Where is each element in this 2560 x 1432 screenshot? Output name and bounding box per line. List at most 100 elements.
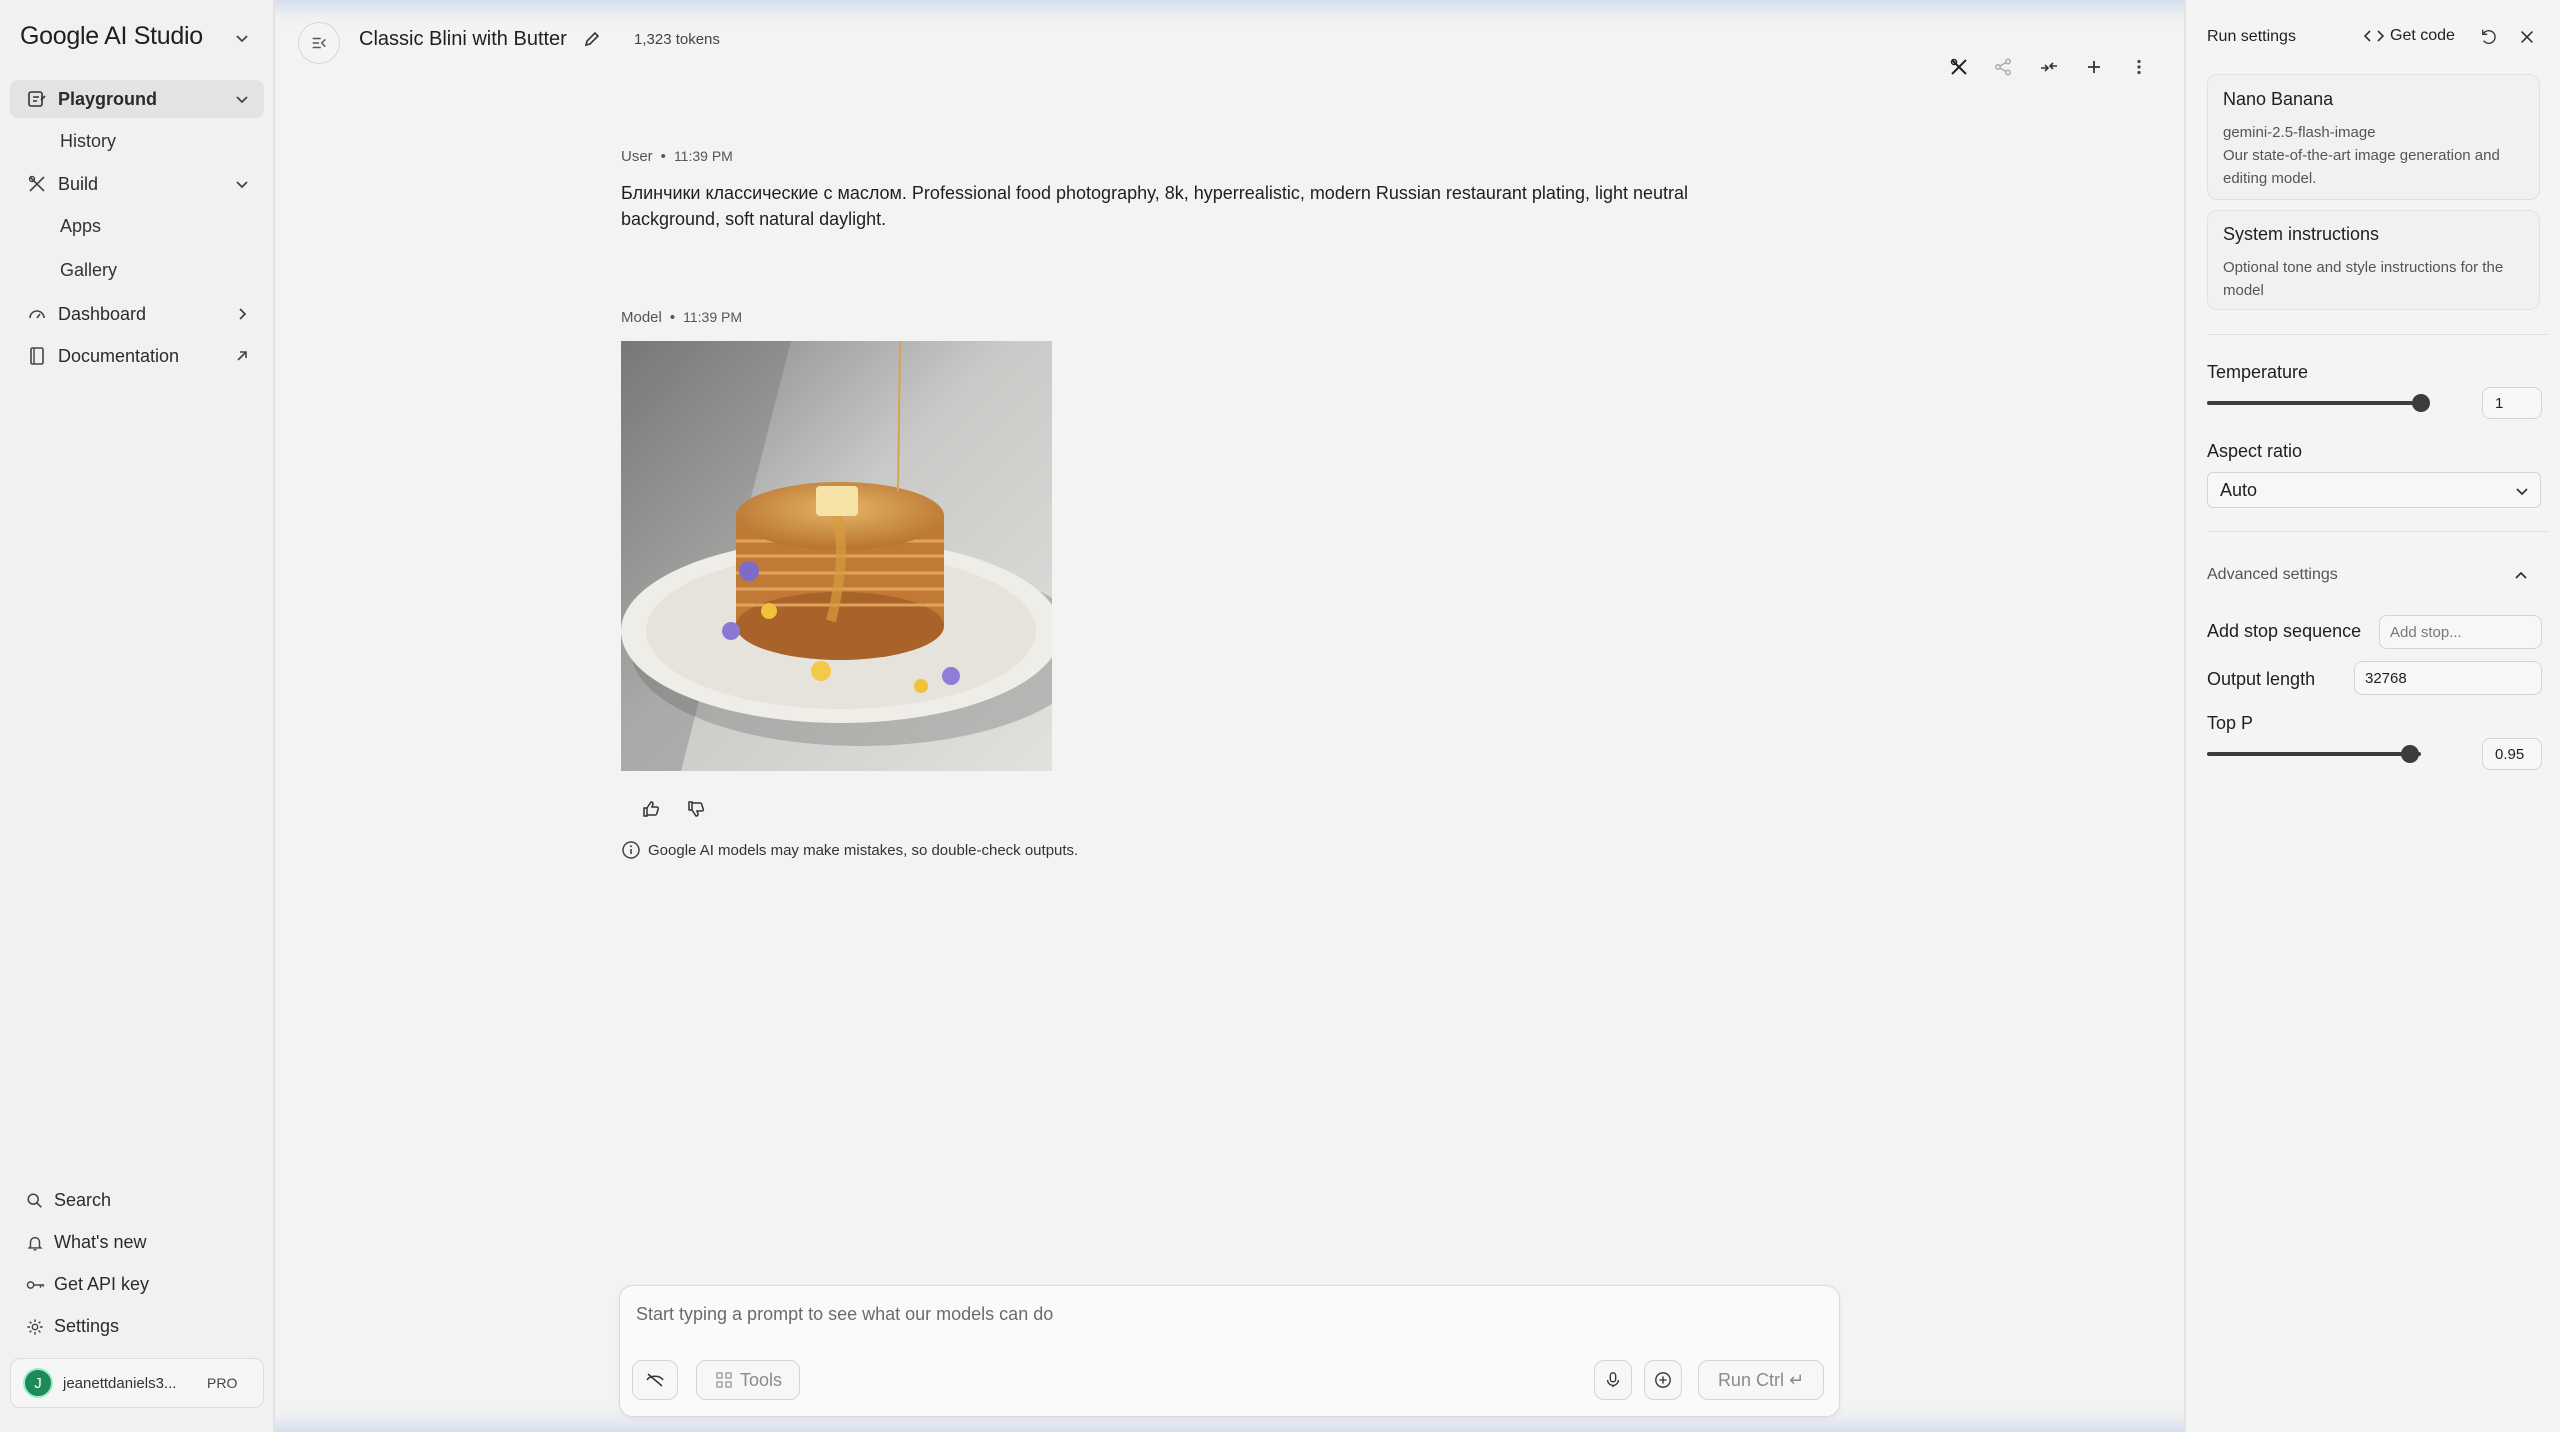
collapse-sidebar-icon	[312, 37, 326, 49]
grid-icon	[714, 1370, 734, 1390]
top-p-input[interactable]: 0.95	[2482, 738, 2542, 770]
model-turn-time: 11:39 PM	[683, 309, 743, 325]
eye-off-icon	[645, 1370, 665, 1390]
user-role-label: User	[621, 148, 653, 165]
prompt-composer[interactable]: Start typing a prompt to see what our mo…	[619, 1285, 1840, 1417]
thumbs-up-icon[interactable]	[638, 796, 664, 822]
top-p-slider-thumb[interactable]	[2401, 745, 2420, 763]
playground-icon	[26, 88, 48, 110]
run-button[interactable]: Run Ctrl ↵	[1698, 1360, 1824, 1400]
external-link-icon	[237, 351, 247, 361]
plan-badge: PRO	[207, 1375, 238, 1391]
add-media-button[interactable]	[1644, 1360, 1682, 1400]
generated-image[interactable]	[621, 341, 1052, 771]
chevron-right-icon	[239, 308, 247, 320]
nav-whats-new-label: What's new	[54, 1232, 147, 1252]
tools-button[interactable]: Tools	[696, 1360, 800, 1400]
system-instructions-card[interactable]: System instructions Optional tone and st…	[2207, 210, 2540, 310]
book-icon	[26, 345, 48, 367]
output-length-label: Output length	[2207, 669, 2316, 689]
reset-settings-icon[interactable]	[2478, 26, 2500, 48]
top-p-slider[interactable]	[2207, 752, 2421, 756]
more-vert-icon[interactable]	[2128, 56, 2150, 78]
aspect-ratio-label: Aspect ratio	[2207, 441, 2303, 461]
top-p-label: Top P	[2207, 713, 2254, 733]
avatar: J	[23, 1368, 53, 1398]
nav-apps[interactable]: Apps	[60, 216, 101, 237]
model-id: gemini-2.5-flash-image	[2223, 124, 2376, 141]
divider	[2207, 334, 2547, 335]
model-selector-card[interactable]: Nano Banana gemini-2.5-flash-image Our s…	[2207, 74, 2540, 200]
stop-sequence-input[interactable]: Add stop...	[2379, 615, 2542, 649]
account-menu[interactable]: J jeanettdaniels3... PRO	[10, 1358, 264, 1408]
nav-playground[interactable]: Playground	[10, 80, 264, 118]
nav-documentation[interactable]: Documentation	[10, 337, 264, 375]
nav-playground-label: Playground	[58, 88, 158, 109]
key-icon	[26, 1275, 46, 1295]
search-icon	[26, 1191, 46, 1211]
model-turn-meta: Model • 11:39 PM	[621, 309, 743, 326]
code-icon	[2364, 30, 2384, 42]
aspect-ratio-select[interactable]: Auto	[2207, 472, 2541, 508]
run-settings-panel: Run settings Get code Nano Banana gemini…	[2184, 0, 2560, 1432]
gear-icon	[26, 1317, 46, 1337]
user-prompt-text: Блинчики классические с маслом. Professi…	[621, 183, 1689, 229]
run-settings-title: Run settings	[2207, 28, 2296, 45]
nav-search[interactable]: Search	[26, 1190, 111, 1211]
output-length-input[interactable]: 32768	[2354, 661, 2542, 695]
disclaimer-text: Google AI models may make mistakes, so d…	[648, 841, 1079, 859]
model-description: Our state-of-the-art image generation an…	[2223, 147, 2500, 187]
run-label: Run Ctrl ↵	[1717, 1369, 1805, 1390]
toggle-visibility-button[interactable]	[632, 1360, 678, 1400]
nav-documentation-label: Documentation	[58, 345, 180, 366]
bell-icon	[26, 1233, 46, 1253]
nav-gallery[interactable]: Gallery	[60, 260, 117, 281]
advanced-settings-toggle[interactable]: Advanced settings	[2207, 566, 2338, 584]
nav-build[interactable]: Build	[10, 165, 264, 203]
temperature-slider[interactable]	[2207, 401, 2421, 405]
share-icon[interactable]	[1992, 56, 2014, 78]
compare-arrows-icon[interactable]	[2038, 56, 2060, 78]
chevron-down-icon[interactable]	[232, 28, 252, 48]
nav-search-label: Search	[54, 1190, 112, 1210]
token-count: 1,323 tokens	[634, 31, 720, 48]
nav-get-api-key[interactable]: Get API key	[26, 1274, 149, 1295]
user-email: jeanettdaniels3...	[63, 1374, 177, 1392]
nav-dashboard[interactable]: Dashboard	[10, 295, 264, 333]
disclaimer: Google AI models may make mistakes, so d…	[621, 840, 1078, 860]
chat-title[interactable]: Classic Blini with Butter	[359, 28, 567, 51]
nav-settings-label: Settings	[54, 1316, 120, 1336]
chevron-down-icon	[236, 181, 248, 189]
get-code-button[interactable]: Get code	[2364, 27, 2455, 45]
dashboard-icon	[26, 303, 48, 325]
nav-dashboard-label: Dashboard	[58, 303, 147, 324]
microphone-icon	[1603, 1370, 1623, 1390]
close-icon[interactable]	[2516, 26, 2538, 48]
temperature-input[interactable]: 1	[2482, 387, 2542, 419]
compare-tools-icon[interactable]	[1948, 56, 1970, 78]
temperature-slider-thumb[interactable]	[2412, 394, 2430, 412]
get-code-label: Get code	[2390, 27, 2455, 44]
prompt-input[interactable]: Start typing a prompt to see what our mo…	[636, 1304, 1053, 1325]
new-chat-plus-icon[interactable]	[2083, 56, 2105, 78]
nav-settings[interactable]: Settings	[26, 1316, 119, 1337]
divider	[2207, 531, 2547, 532]
microphone-button[interactable]	[1594, 1360, 1632, 1400]
model-role-label: Model	[621, 309, 662, 326]
chevron-up-icon[interactable]	[2511, 566, 2531, 586]
nav-whats-new[interactable]: What's new	[26, 1232, 146, 1253]
thumbs-down-icon[interactable]	[683, 796, 709, 822]
tools-label: Tools	[739, 1369, 783, 1390]
user-turn-meta: User • 11:39 PM	[621, 148, 733, 165]
nav-history[interactable]: History	[60, 131, 116, 152]
nav-get-api-key-label: Get API key	[54, 1274, 150, 1294]
aspect-ratio-value: Auto	[2220, 479, 2258, 500]
left-sidebar: Google AI Studio Playground History Buil…	[0, 0, 275, 1432]
info-icon	[622, 841, 640, 859]
chevron-down-icon	[236, 96, 248, 104]
pencil-icon[interactable]	[582, 29, 602, 49]
app-logo[interactable]: Google AI Studio	[20, 22, 203, 51]
system-instructions-description: Optional tone and style instructions for…	[2223, 259, 2504, 299]
toggle-sidebar-button[interactable]	[298, 22, 340, 64]
temperature-label: Temperature	[2207, 362, 2309, 382]
